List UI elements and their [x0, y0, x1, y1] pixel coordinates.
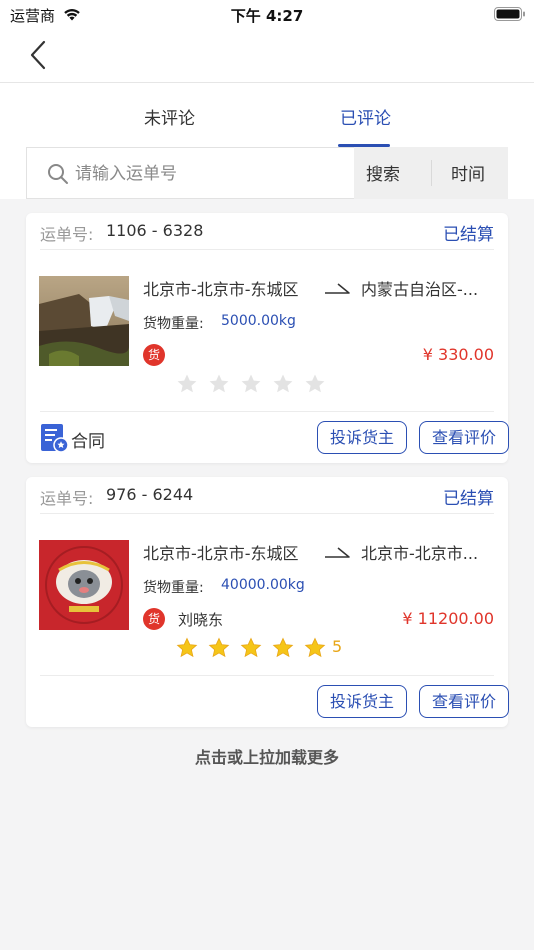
status-bar: 运营商 下午 4:27: [0, 0, 534, 30]
star-icon: [240, 637, 262, 658]
contract-icon[interactable]: [40, 423, 70, 453]
view-review-button[interactable]: 查看评价: [419, 421, 509, 454]
cargo-badge: 货: [143, 608, 165, 630]
review-tabs: 未评论 已评论: [0, 84, 534, 148]
weight-value: 5000.00kg: [221, 313, 296, 329]
price: ¥ 11200.00: [402, 609, 494, 628]
load-more-button[interactable]: 点击或上拉加载更多: [0, 744, 534, 768]
time-filter-button[interactable]: 时间: [451, 160, 485, 185]
search-bar: 搜索 时间: [26, 147, 508, 199]
star-icon: [304, 637, 326, 658]
view-review-button[interactable]: 查看评价: [419, 685, 509, 718]
cargo-thumbnail: [39, 540, 129, 630]
contract-label[interactable]: 合同: [71, 427, 105, 452]
star-icon: [273, 374, 293, 393]
star-icon: [209, 374, 229, 393]
order-card[interactable]: 运单号: 1106 - 6328 已结算 北京市-北京市-东城区 内蒙古自治区-…: [26, 213, 509, 463]
route-to: 北京市-北京市...: [361, 544, 479, 563]
cargo-badge: 货: [143, 344, 165, 366]
tab-unreviewed[interactable]: 未评论: [144, 104, 195, 129]
status-badge: 已结算: [443, 489, 494, 509]
nav-bar: [0, 30, 534, 83]
card-divider: [40, 411, 494, 412]
weight-value: 40000.00kg: [221, 577, 305, 593]
weight-label: 货物重量:: [143, 580, 204, 596]
waybill-label: 运单号:: [40, 489, 94, 508]
star-icon: [241, 374, 261, 393]
rating-value: 5: [332, 637, 343, 656]
waybill-number: 976 - 6244: [106, 485, 194, 504]
app-root: 运营商 下午 4:27 未评论 已评论 搜: [0, 0, 534, 950]
star-icon: [305, 374, 325, 393]
star-icon: [176, 637, 198, 658]
search-icon: [48, 164, 68, 184]
complain-shipper-button[interactable]: 投诉货主: [317, 421, 407, 454]
card-divider: [40, 513, 494, 514]
route-arrow-icon: [325, 547, 350, 558]
star-icon: [177, 374, 197, 393]
waybill-search-input[interactable]: [75, 160, 345, 188]
route-arrow-icon: [325, 283, 350, 294]
cargo-thumbnail: [39, 276, 129, 366]
card-divider: [40, 249, 494, 250]
route-from: 北京市-北京市-东城区: [143, 544, 299, 563]
star-icon: [208, 637, 230, 658]
battery-icon: [494, 7, 525, 21]
waybill-number: 1106 - 6328: [106, 221, 204, 240]
complain-shipper-button[interactable]: 投诉货主: [317, 685, 407, 718]
waybill-label: 运单号:: [40, 225, 94, 244]
price: ¥ 330.00: [422, 345, 494, 364]
status-badge: 已结算: [443, 225, 494, 245]
route-from: 北京市-北京市-东城区: [143, 280, 299, 299]
route-to: 内蒙古自治区-...: [361, 280, 479, 299]
search-button[interactable]: 搜索: [366, 160, 400, 185]
card-divider: [40, 675, 494, 676]
search-box: [26, 147, 354, 199]
order-card[interactable]: 运单号: 976 - 6244 已结算 北京市-北京市-东城区 北京市-北京市.…: [26, 477, 509, 727]
search-divider: [431, 160, 432, 186]
weight-label: 货物重量:: [143, 316, 204, 332]
back-chevron-icon[interactable]: [22, 38, 56, 72]
shipper-name: 刘晓东: [178, 611, 224, 629]
status-time: 下午 4:27: [230, 7, 304, 25]
star-icon: [272, 637, 294, 658]
tab-reviewed[interactable]: 已评论: [340, 104, 391, 129]
